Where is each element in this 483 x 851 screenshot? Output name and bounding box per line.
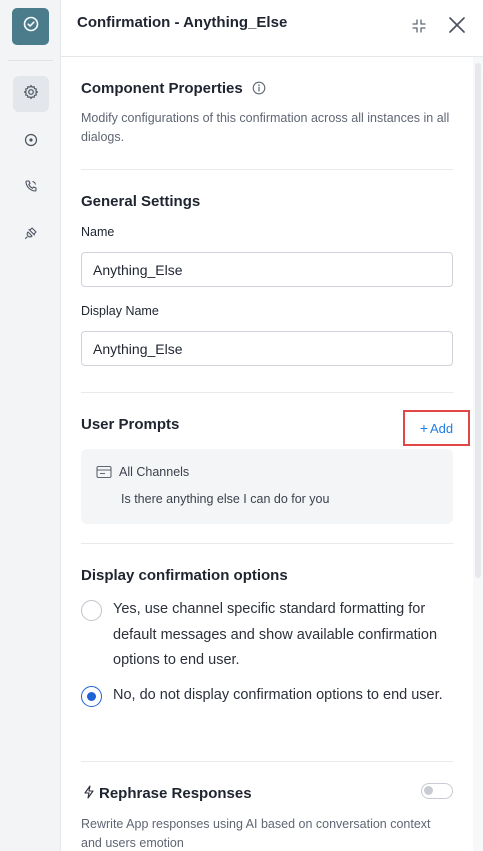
section-divider [81, 543, 453, 544]
channel-label: All Channels [119, 465, 190, 479]
display-name-label: Display Name [81, 304, 159, 318]
component-properties-description: Modify configurations of this confirmati… [81, 111, 450, 144]
scrollbar-thumb[interactable] [475, 63, 481, 578]
radio-option-yes-label: Yes, use channel specific standard forma… [113, 601, 438, 668]
target-icon [24, 133, 38, 152]
add-prompt-label: Add [430, 420, 454, 436]
rail-item-target[interactable] [13, 124, 49, 160]
rail-item-plug[interactable] [13, 217, 49, 253]
panel-title: Confirmation - Anything_Else [77, 14, 288, 31]
component-properties-title-text: Component Properties [81, 80, 243, 97]
plus-icon: + [419, 420, 429, 436]
rail-item-phone[interactable] [13, 170, 49, 206]
display-options-title: Display confirmation options [81, 567, 288, 584]
lightning-icon [83, 785, 95, 799]
left-rail [0, 0, 61, 851]
rephrase-title: Rephrase Responses [99, 785, 252, 802]
app-logo[interactable] [12, 8, 49, 45]
panel-content: Component Properties Modify configuratio… [61, 57, 473, 851]
plug-icon [24, 226, 38, 245]
prompt-text: Is there anything else I can do for you [121, 492, 330, 506]
rephrase-description: Rewrite App responses using AI based on … [81, 817, 431, 850]
scrollbar[interactable] [473, 57, 483, 851]
rail-separator [8, 60, 53, 61]
user-prompts-title: User Prompts [81, 416, 180, 433]
radio-option-no-label: No, do not display confirmation options … [113, 687, 443, 703]
toggle-knob [424, 786, 433, 795]
close-button[interactable] [445, 15, 469, 39]
section-divider [81, 761, 453, 762]
prompt-card[interactable]: All Channels Is there anything else I ca… [81, 449, 453, 524]
close-icon [448, 16, 466, 39]
collapse-arrows-icon [411, 18, 427, 39]
display-name-input[interactable] [81, 331, 453, 366]
channels-icon [96, 465, 112, 479]
name-input[interactable] [81, 252, 453, 287]
info-icon[interactable] [252, 81, 266, 99]
collapse-button[interactable] [409, 18, 429, 38]
radio-option-no[interactable] [81, 686, 102, 707]
rail-item-settings[interactable] [13, 76, 49, 112]
add-prompt-button[interactable]: + Add [403, 410, 470, 446]
panel-header: Confirmation - Anything_Else [61, 0, 483, 57]
name-label: Name [81, 225, 115, 239]
phone-icon [24, 179, 38, 198]
rephrase-toggle[interactable] [421, 783, 453, 799]
check-circle-icon [23, 16, 39, 37]
section-divider [81, 169, 453, 170]
component-properties-title: Component Properties [81, 80, 266, 99]
gear-icon [23, 84, 39, 105]
general-settings-title: General Settings [81, 193, 201, 210]
radio-option-yes[interactable] [81, 600, 102, 621]
section-divider [81, 392, 453, 393]
